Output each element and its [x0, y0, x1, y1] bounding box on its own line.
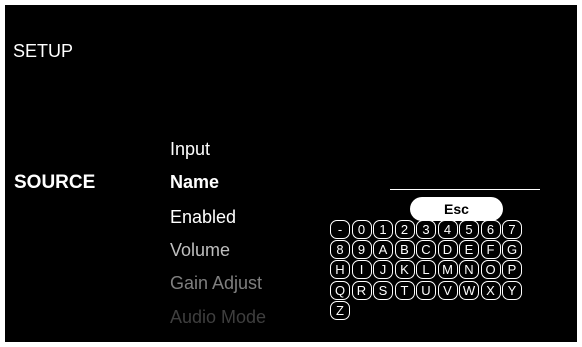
key-e[interactable]: E: [459, 240, 479, 260]
key-9[interactable]: 9: [351, 240, 372, 260]
key-m[interactable]: M: [437, 260, 458, 280]
key-r[interactable]: R: [351, 280, 372, 300]
key-4[interactable]: 4: [437, 220, 458, 239]
key-l[interactable]: L: [416, 260, 436, 280]
setup-screen: SETUP SOURCE Input Name Enabled Volume G…: [5, 5, 577, 342]
menu-item-enabled[interactable]: Enabled: [170, 207, 236, 228]
key-w[interactable]: W: [459, 280, 479, 300]
key-o[interactable]: O: [480, 260, 501, 280]
on-screen-keyboard: -0123456789ABCDEFGHIJKLMNOPQRSTUVWXYZ: [330, 220, 565, 321]
name-input[interactable]: [390, 169, 540, 190]
key-g[interactable]: G: [502, 240, 522, 260]
keyboard-row: 89ABCDEFG: [330, 240, 565, 260]
key-f[interactable]: F: [480, 240, 501, 260]
key-a[interactable]: A: [373, 240, 393, 260]
key-z[interactable]: Z: [330, 300, 350, 320]
key-k[interactable]: K: [394, 260, 415, 280]
key-8[interactable]: 8: [330, 240, 350, 260]
key-v[interactable]: V: [437, 280, 458, 300]
key-c[interactable]: C: [416, 240, 436, 260]
key-j[interactable]: J: [373, 260, 393, 280]
keyboard-row: Z: [330, 300, 565, 320]
key-h[interactable]: H: [330, 260, 350, 280]
key-2[interactable]: 2: [394, 220, 415, 239]
key-x[interactable]: X: [480, 280, 501, 300]
menu-item-audio-mode[interactable]: Audio Mode: [170, 307, 266, 328]
key-b[interactable]: B: [394, 240, 415, 260]
keyboard-row: -01234567: [330, 220, 565, 239]
key-p[interactable]: P: [502, 260, 522, 280]
key-0[interactable]: 0: [351, 220, 372, 239]
menu-item-name[interactable]: Name: [170, 172, 219, 193]
section-label-source: SOURCE: [14, 172, 96, 193]
key-u[interactable]: U: [416, 280, 436, 300]
esc-button[interactable]: Esc: [410, 197, 503, 221]
key-t[interactable]: T: [394, 280, 415, 300]
key-5[interactable]: 5: [459, 220, 479, 239]
key-y[interactable]: Y: [502, 280, 522, 300]
key-s[interactable]: S: [373, 280, 393, 300]
key-d[interactable]: D: [437, 240, 458, 260]
key-7[interactable]: 7: [502, 220, 522, 239]
page-title: SETUP: [13, 41, 74, 61]
key-i[interactable]: I: [351, 260, 372, 280]
key-6[interactable]: 6: [480, 220, 501, 239]
key-1[interactable]: 1: [373, 220, 393, 239]
key-dash[interactable]: -: [330, 220, 350, 239]
keyboard-row: QRSTUVWXY: [330, 280, 565, 300]
key-n[interactable]: N: [459, 260, 479, 280]
menu-item-volume[interactable]: Volume: [170, 240, 230, 261]
key-q[interactable]: Q: [330, 280, 350, 300]
keyboard-row: HIJKLMNOP: [330, 260, 565, 280]
menu-item-input[interactable]: Input: [170, 139, 210, 160]
menu-item-gain-adjust[interactable]: Gain Adjust: [170, 273, 262, 294]
key-3[interactable]: 3: [416, 220, 436, 239]
